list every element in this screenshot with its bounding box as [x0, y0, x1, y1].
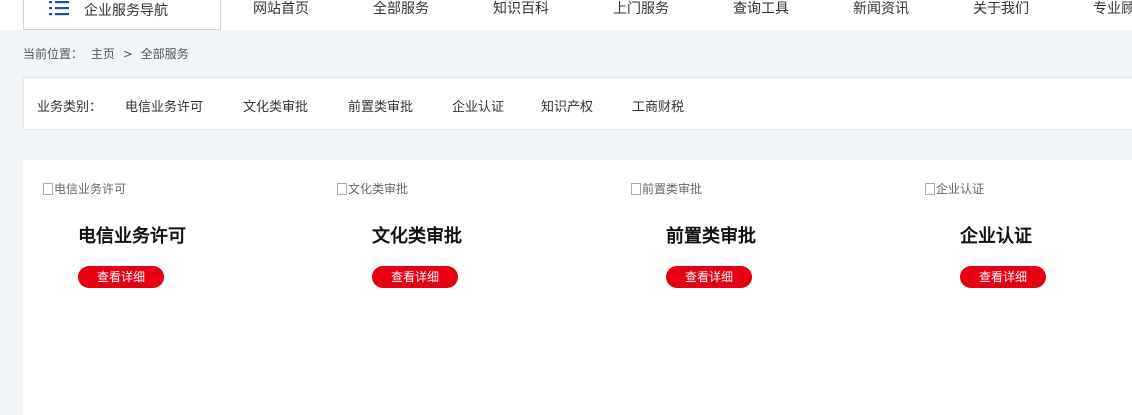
broken-image-icon	[337, 182, 347, 195]
card-image-alt: 前置类审批	[642, 182, 703, 196]
breadcrumb-current: 全部服务	[140, 47, 189, 61]
nav-link-knowledge[interactable]: 知识百科	[493, 0, 549, 18]
card-image[interactable]: 电信业务许可	[43, 180, 126, 197]
filter-item-enterprise-cert[interactable]: 企业认证	[452, 96, 504, 115]
service-card: 企业认证 企业认证 查看详细	[905, 160, 1132, 310]
service-nav-dropdown[interactable]: 企业服务导航	[23, 0, 221, 30]
view-details-button[interactable]: 查看详细	[78, 266, 164, 288]
card-title[interactable]: 文化类审批	[372, 222, 462, 248]
filter-item-ip[interactable]: 知识产权	[541, 96, 593, 115]
card-title[interactable]: 电信业务许可	[78, 222, 186, 248]
broken-image-icon	[925, 182, 935, 195]
view-details-button[interactable]: 查看详细	[666, 266, 752, 288]
service-card: 电信业务许可 电信业务许可 查看详细	[23, 160, 303, 310]
card-image-alt: 电信业务许可	[54, 182, 127, 196]
filter-label: 业务类别：	[37, 100, 103, 115]
filter-item-pre-approval[interactable]: 前置类审批	[348, 96, 413, 115]
card-image-alt: 文化类审批	[348, 182, 409, 196]
view-details-button[interactable]: 查看详细	[372, 266, 458, 288]
menu-list-icon	[49, 1, 69, 16]
nav-link-home[interactable]: 网站首页	[253, 0, 309, 18]
card-image-alt: 企业认证	[936, 182, 985, 196]
nav-link-news[interactable]: 新闻资讯	[853, 0, 909, 18]
card-title[interactable]: 前置类审批	[666, 222, 756, 248]
view-details-button[interactable]: 查看详细	[960, 266, 1046, 288]
nav-link-onsite-service[interactable]: 上门服务	[613, 0, 669, 18]
filter-item-telecom[interactable]: 电信业务许可	[125, 96, 203, 115]
card-image[interactable]: 前置类审批	[631, 180, 702, 197]
service-nav-title: 企业服务导航	[84, 3, 168, 19]
nav-link-about[interactable]: 关于我们	[973, 0, 1029, 18]
broken-image-icon	[631, 182, 641, 195]
filter-item-culture[interactable]: 文化类审批	[243, 96, 308, 115]
nav-link-consultant[interactable]: 专业顾问	[1093, 0, 1132, 18]
breadcrumb-home-link[interactable]: 主页	[91, 47, 115, 61]
nav-link-all-services[interactable]: 全部服务	[373, 0, 429, 18]
service-card: 前置类审批 前置类审批 查看详细	[611, 160, 891, 310]
card-image[interactable]: 企业认证	[925, 180, 984, 197]
card-image[interactable]: 文化类审批	[337, 180, 408, 197]
business-category-filter: 业务类别： 电信业务许可 文化类审批 前置类审批 企业认证 知识产权 工商财税	[23, 77, 1132, 130]
top-navigation-bar: 企业服务导航 网站首页 全部服务 知识百科 上门服务 查询工具 新闻资讯 关于我…	[0, 0, 1132, 30]
breadcrumb: 当前位置： 主页 > 全部服务	[23, 45, 193, 62]
breadcrumb-prefix: 当前位置：	[23, 47, 84, 61]
nav-link-query-tools[interactable]: 查询工具	[733, 0, 789, 18]
card-title[interactable]: 企业认证	[960, 222, 1032, 248]
filter-item-business-tax[interactable]: 工商财税	[632, 96, 684, 115]
broken-image-icon	[43, 182, 53, 195]
breadcrumb-separator: >	[122, 47, 133, 61]
service-card-grid: 电信业务许可 电信业务许可 查看详细 文化类审批 文化类审批 查看详细 前置类审…	[23, 160, 1132, 415]
service-card: 文化类审批 文化类审批 查看详细	[317, 160, 597, 310]
